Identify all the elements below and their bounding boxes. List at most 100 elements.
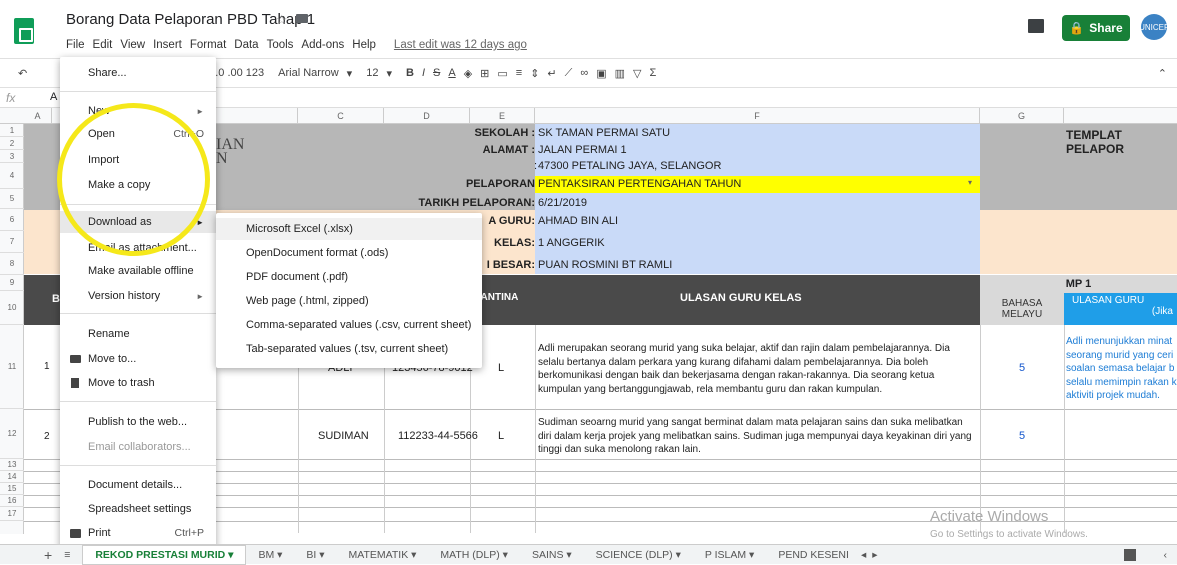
- tab-p-islam[interactable]: P ISLAM ▾: [693, 549, 766, 561]
- functions-icon[interactable]: Σ: [649, 67, 656, 79]
- menu-help[interactable]: Help: [348, 37, 380, 53]
- row-header[interactable]: 17: [0, 507, 24, 521]
- scroll-right-icon[interactable]: ▸: [866, 549, 883, 561]
- row-header[interactable]: 11: [0, 325, 24, 409]
- column-header-a[interactable]: A: [24, 108, 52, 124]
- menu-item-trash[interactable]: Move to trash: [60, 372, 216, 394]
- student-comment[interactable]: Sudiman seoarng murid yang sangat bermin…: [538, 416, 978, 457]
- strikethrough-icon[interactable]: S: [433, 67, 440, 79]
- student-comment[interactable]: Adli merupakan seorang murid yang suka b…: [538, 342, 978, 396]
- row-header[interactable]: 13: [0, 459, 24, 471]
- download-csv[interactable]: Comma-separated values (.csv, current sh…: [216, 314, 482, 336]
- link-icon[interactable]: ∞: [580, 67, 588, 79]
- row-header[interactable]: 2: [0, 137, 24, 150]
- explore-icon[interactable]: [1123, 548, 1136, 561]
- download-xlsx[interactable]: Microsoft Excel (.xlsx): [216, 218, 482, 240]
- last-edit-link[interactable]: Last edit was 12 days ago: [390, 37, 531, 53]
- menu-item-document-details[interactable]: Document details...: [60, 474, 216, 496]
- number-format[interactable]: .0 .00 123: [215, 67, 264, 79]
- text-color-icon[interactable]: A: [448, 67, 455, 79]
- menu-item-share[interactable]: Share...: [60, 62, 216, 84]
- download-tsv[interactable]: Tab-separated values (.tsv, current shee…: [216, 338, 482, 360]
- student-name[interactable]: SUDIMAN: [318, 430, 369, 444]
- valign-icon[interactable]: ⇕: [530, 67, 539, 80]
- borders-icon[interactable]: ⊞: [480, 67, 489, 80]
- row-header[interactable]: 16: [0, 495, 24, 507]
- menu-item-print[interactable]: Print Ctrl+P: [60, 522, 216, 544]
- chevron-down-icon[interactable]: ▾: [386, 67, 392, 80]
- font-size-select[interactable]: 12: [366, 67, 378, 79]
- row-header[interactable]: 10: [0, 291, 24, 325]
- tab-sains[interactable]: SAINS ▾: [520, 549, 584, 561]
- download-html[interactable]: Web page (.html, zipped): [216, 290, 482, 312]
- menu-edit[interactable]: Edit: [89, 37, 117, 53]
- menu-addons[interactable]: Add-ons: [297, 37, 348, 53]
- chevron-down-icon[interactable]: ▾: [968, 178, 972, 187]
- row-header[interactable]: 7: [0, 231, 24, 253]
- wrap-icon[interactable]: ↵: [547, 67, 556, 80]
- menu-item-rename[interactable]: Rename: [60, 323, 216, 345]
- student-ic[interactable]: 112233-44-5566: [398, 430, 478, 444]
- avatar[interactable]: UNICEF: [1139, 14, 1169, 40]
- collapse-side-icon[interactable]: ‹: [1164, 549, 1168, 561]
- comment-add-icon[interactable]: ▣: [596, 67, 606, 80]
- menu-tools[interactable]: Tools: [263, 37, 298, 53]
- row-header[interactable]: 1: [0, 124, 24, 137]
- column-header-f[interactable]: F: [535, 108, 980, 124]
- menu-item-spreadsheet-settings[interactable]: Spreadsheet settings: [60, 498, 216, 520]
- menu-format[interactable]: Format: [186, 37, 230, 53]
- sheets-logo-icon[interactable]: [14, 18, 34, 44]
- row-header[interactable]: 4: [0, 163, 24, 189]
- column-header-e[interactable]: E: [470, 108, 535, 124]
- column-header-d[interactable]: D: [384, 108, 470, 124]
- all-sheets-icon[interactable]: ≡: [60, 549, 82, 561]
- row-header[interactable]: 14: [0, 471, 24, 483]
- undo-icon[interactable]: ↶: [18, 67, 27, 80]
- menu-item-offline[interactable]: Make available offline: [60, 260, 216, 282]
- student-bm-score[interactable]: 5: [1019, 430, 1025, 442]
- tab-pend-kesenian[interactable]: PEND KESENI: [766, 549, 861, 561]
- row-header[interactable]: 5: [0, 189, 24, 209]
- align-icon[interactable]: ≡: [516, 67, 522, 79]
- download-pdf[interactable]: PDF document (.pdf): [216, 266, 482, 288]
- student-no[interactable]: 2: [44, 430, 50, 444]
- star-icon[interactable]: ☆: [276, 12, 288, 28]
- menu-view[interactable]: View: [116, 37, 149, 53]
- student-no[interactable]: 1: [44, 360, 50, 374]
- tab-bm[interactable]: BM ▾: [246, 549, 294, 561]
- menu-file[interactable]: File: [62, 37, 89, 53]
- font-select[interactable]: Arial Narrow: [278, 67, 339, 79]
- comment-icon[interactable]: [1028, 19, 1044, 33]
- menu-item-version-history[interactable]: Version history ►: [60, 285, 216, 307]
- filter-icon[interactable]: ▽: [633, 67, 641, 80]
- student-bm-score[interactable]: 5: [1019, 362, 1025, 374]
- student-gender[interactable]: L: [498, 430, 504, 444]
- add-sheet-icon[interactable]: +: [0, 547, 60, 563]
- row-header[interactable]: 6: [0, 209, 24, 231]
- column-header-g[interactable]: G: [980, 108, 1064, 124]
- student-gender[interactable]: L: [498, 362, 504, 376]
- tab-science-dlp[interactable]: SCIENCE (DLP) ▾: [584, 549, 693, 561]
- chart-icon[interactable]: ▥: [615, 67, 625, 80]
- collapse-icon[interactable]: ⌃: [1158, 67, 1167, 80]
- tab-bi[interactable]: BI ▾: [294, 549, 336, 561]
- tab-rekod-prestasi[interactable]: REKOD PRESTASI MURID ▾: [82, 544, 247, 565]
- menu-data[interactable]: Data: [230, 37, 262, 53]
- student-mp-comment[interactable]: Adli menunjukkan minat seorang murid yan…: [1066, 335, 1177, 407]
- folder-icon[interactable]: [296, 14, 308, 23]
- download-ods[interactable]: OpenDocument format (.ods): [216, 242, 482, 264]
- row-header[interactable]: 15: [0, 483, 24, 495]
- menu-item-move-to[interactable]: Move to...: [60, 348, 216, 370]
- fill-color-icon[interactable]: ◈: [464, 67, 472, 80]
- tab-matematik[interactable]: MATEMATIK ▾: [337, 549, 429, 561]
- rotate-icon[interactable]: ⟋: [565, 67, 573, 80]
- row-header[interactable]: 8: [0, 253, 24, 275]
- column-header-c[interactable]: C: [298, 108, 384, 124]
- bold-icon[interactable]: B: [406, 67, 414, 79]
- row-header[interactable]: 3: [0, 150, 24, 163]
- chevron-down-icon[interactable]: ▾: [347, 67, 353, 80]
- row-header[interactable]: 12: [0, 409, 24, 459]
- row-header[interactable]: 9: [0, 275, 24, 291]
- share-button[interactable]: 🔒 Share: [1062, 15, 1130, 41]
- italic-icon[interactable]: I: [422, 67, 425, 79]
